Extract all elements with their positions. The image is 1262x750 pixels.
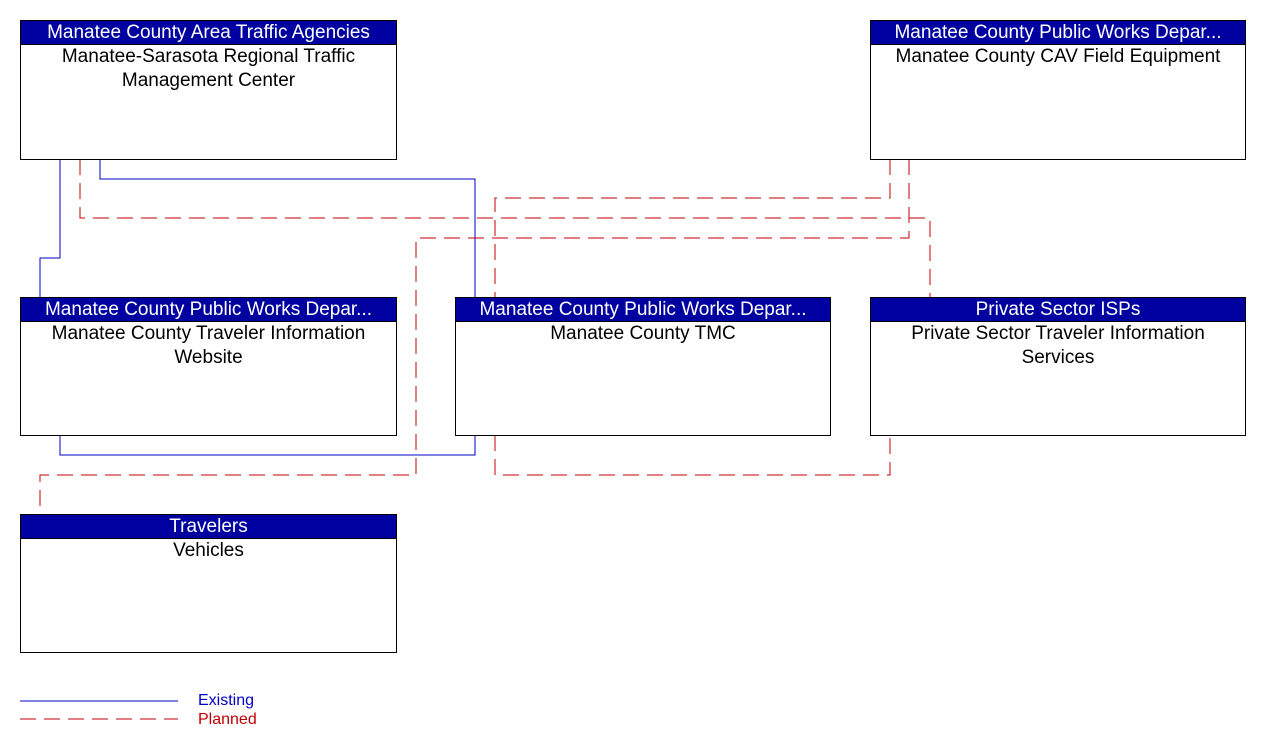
flow-website-tmc — [59, 435, 476, 456]
flow-rtmc-isp — [79, 159, 931, 297]
box-owner: Manatee County Area Traffic Agencies — [21, 21, 396, 45]
box-tmc[interactable]: Manatee County Public Works Depar... Man… — [455, 297, 831, 436]
box-name: Vehicles — [173, 540, 244, 561]
box-owner: Travelers — [21, 515, 396, 539]
box-owner: Manatee County Public Works Depar... — [456, 298, 830, 322]
box-name: Private Sector Traveler Information Serv… — [911, 323, 1205, 368]
box-vehicles[interactable]: Travelers Vehicles — [20, 514, 397, 653]
box-rtmc[interactable]: Manatee County Area Traffic Agencies Man… — [20, 20, 397, 160]
box-isp[interactable]: Private Sector ISPs Private Sector Trave… — [870, 297, 1246, 436]
legend-existing-label: Existing — [198, 692, 255, 709]
box-owner: Manatee County Public Works Depar... — [871, 21, 1245, 45]
box-name: Manatee County TMC — [550, 323, 736, 344]
flow-rtmc-tmc — [99, 159, 476, 297]
box-name: Manatee-Sarasota Regional Traffic Manage… — [61, 46, 356, 91]
flow-cav-tmc — [494, 159, 891, 297]
box-name: Manatee County Traveler Information Webs… — [51, 323, 366, 368]
box-owner: Private Sector ISPs — [871, 298, 1245, 322]
box-name: Manatee County CAV Field Equipment — [895, 46, 1221, 67]
flow-rtmc-website — [39, 159, 61, 297]
box-website[interactable]: Manatee County Public Works Depar... Man… — [20, 297, 397, 436]
flow-tmc-isp — [494, 435, 891, 476]
legend-planned-label: Planned — [198, 711, 257, 728]
box-owner: Manatee County Public Works Depar... — [21, 298, 396, 322]
box-cav[interactable]: Manatee County Public Works Depar... Man… — [870, 20, 1246, 160]
